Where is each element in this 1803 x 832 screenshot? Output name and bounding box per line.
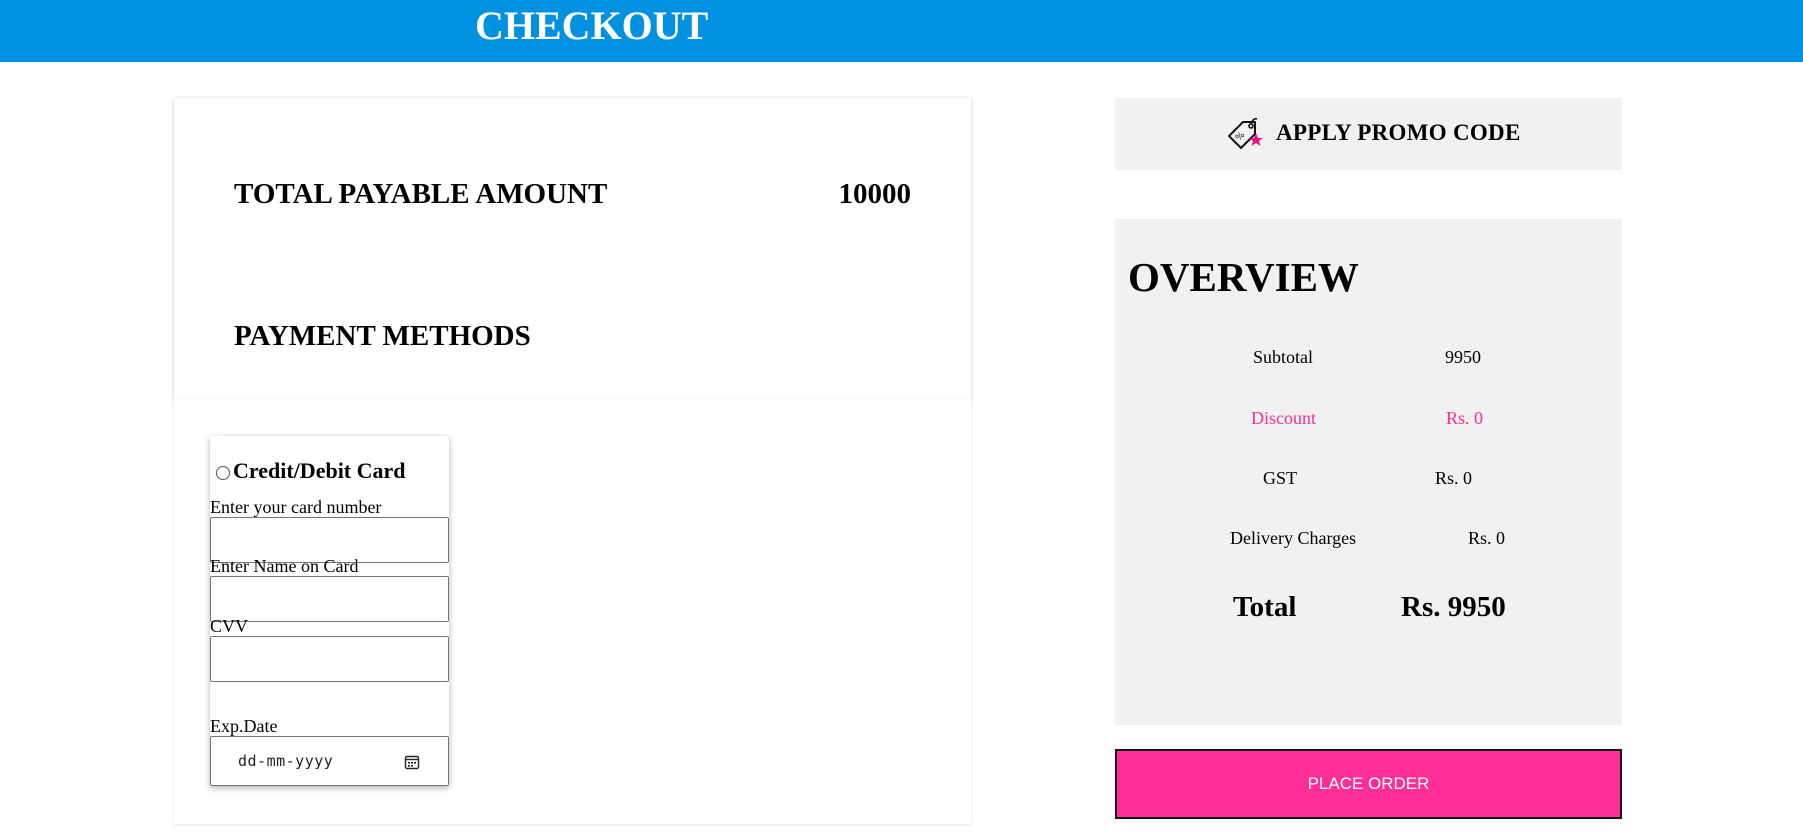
subtotal-value: 9950 bbox=[1445, 347, 1481, 367]
page-title: CHECKOUT bbox=[475, 3, 709, 48]
place-order-button[interactable]: PLACE ORDER bbox=[1115, 749, 1622, 819]
exp-date-input[interactable]: dd-mm-yyyy bbox=[210, 736, 449, 786]
payment-methods-panel: Credit/Debit Card Enter your card number… bbox=[174, 400, 971, 824]
payment-methods-title: PAYMENT METHODS bbox=[234, 320, 531, 352]
payable-amount-card: TOTAL PAYABLE AMOUNT 10000 PAYMENT METHO… bbox=[174, 98, 971, 400]
overview-title: OVERVIEW bbox=[1128, 254, 1359, 300]
card-name-label: Enter Name on Card bbox=[210, 556, 359, 576]
discount-label: Discount bbox=[1251, 408, 1316, 428]
overview-total-label: Total bbox=[1233, 591, 1297, 623]
gst-value: Rs. 0 bbox=[1435, 468, 1473, 488]
card-radio-button[interactable] bbox=[216, 465, 230, 480]
card-payment-form: Credit/Debit Card Enter your card number… bbox=[210, 436, 449, 786]
total-payable-label: TOTAL PAYABLE AMOUNT bbox=[234, 178, 608, 210]
card-number-label: Enter your card number bbox=[210, 497, 382, 517]
overview-total-value: Rs. 9950 bbox=[1401, 591, 1506, 623]
exp-date-placeholder: dd-mm-yyyy bbox=[238, 752, 334, 770]
subtotal-label: Subtotal bbox=[1253, 347, 1314, 367]
cvv-label: CVV bbox=[210, 616, 249, 636]
delivery-charges-value: Rs. 0 bbox=[1468, 528, 1506, 548]
card-payment-option[interactable]: Credit/Debit Card bbox=[216, 458, 406, 484]
cvv-input[interactable] bbox=[210, 636, 449, 682]
promo-tag-icon: % bbox=[1228, 117, 1263, 149]
total-payable-value: 10000 bbox=[838, 178, 912, 210]
promo-code-label: APPLY PROMO CODE bbox=[1276, 120, 1521, 145]
calendar-icon[interactable] bbox=[404, 754, 420, 770]
order-overview: OVERVIEW Subtotal 9950 Discount Rs. 0 GS… bbox=[1115, 219, 1622, 725]
exp-date-label: Exp.Date bbox=[210, 716, 278, 736]
svg-text:%: % bbox=[1234, 130, 1247, 143]
header-bar: CHECKOUT bbox=[0, 0, 1803, 62]
apply-promo-code-button[interactable]: % APPLY PROMO CODE bbox=[1115, 98, 1622, 170]
card-option-label: Credit/Debit Card bbox=[233, 458, 406, 483]
discount-value: Rs. 0 bbox=[1446, 408, 1484, 428]
delivery-charges-label: Delivery Charges bbox=[1230, 528, 1357, 548]
gst-label: GST bbox=[1263, 468, 1298, 488]
